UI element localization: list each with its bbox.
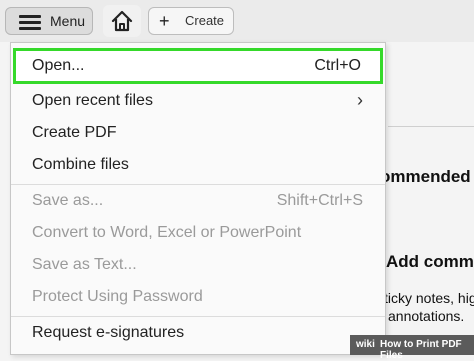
menu-item-label: Open... <box>32 57 85 74</box>
menu-item-protect-password[interactable]: Protect Using Password <box>11 281 385 313</box>
menu-item-open-recent[interactable]: Open recent files › <box>11 85 385 117</box>
create-button[interactable]: + Create <box>148 7 234 35</box>
menu-item-create-pdf[interactable]: Create PDF <box>11 117 385 149</box>
menu-item-label: Save as Text... <box>32 256 137 273</box>
add-comments-heading: Add comme <box>386 252 474 271</box>
plus-icon: + <box>159 11 170 31</box>
annotations-text: annotations. <box>388 308 465 324</box>
menu-item-label: Request e-signatures <box>32 324 185 341</box>
menu-item-label: Open recent files <box>32 92 153 109</box>
menu-item-open[interactable]: Open... Ctrl+O <box>13 48 383 84</box>
file-menu: Open... Ctrl+O Open recent files › Creat… <box>10 42 386 355</box>
chevron-right-icon: › <box>357 90 363 110</box>
menu-item-label: Convert to Word, Excel or PowerPoint <box>32 224 302 241</box>
menu-item-save-as[interactable]: Save as... Shift+Ctrl+S <box>11 185 385 217</box>
hamburger-icon <box>19 15 41 30</box>
watermark-brand: wiki <box>356 339 375 350</box>
menu-item-label: Combine files <box>32 156 129 173</box>
shortcut-label: Shift+Ctrl+S <box>276 192 363 209</box>
menu-item-label: Create PDF <box>32 124 117 141</box>
divider <box>388 126 474 127</box>
menu-item-save-as-text[interactable]: Save as Text... <box>11 249 385 281</box>
recommended-heading: ommended <box>380 167 471 186</box>
wikihow-watermark: wiki How to Print PDF Files <box>350 335 474 361</box>
watermark-title: How to Print PDF Files <box>380 339 462 361</box>
menu-button-label: Menu <box>50 13 86 29</box>
create-button-label: Create <box>185 13 225 28</box>
menu-button[interactable]: Menu <box>5 7 93 35</box>
shortcut-label: Ctrl+O <box>314 57 361 74</box>
menu-item-combine-files[interactable]: Combine files <box>11 149 385 181</box>
toolbar: Menu + Create <box>0 0 474 42</box>
menu-item-convert[interactable]: Convert to Word, Excel or PowerPoint <box>11 217 385 249</box>
menu-item-label: Save as... <box>32 192 104 209</box>
sticky-notes-text: ticky notes, hig <box>384 290 474 306</box>
menu-item-label: Protect Using Password <box>32 288 203 305</box>
home-icon <box>111 10 133 32</box>
menu-item-request-esignatures[interactable]: Request e-signatures <box>11 317 385 349</box>
home-button[interactable] <box>103 5 141 37</box>
